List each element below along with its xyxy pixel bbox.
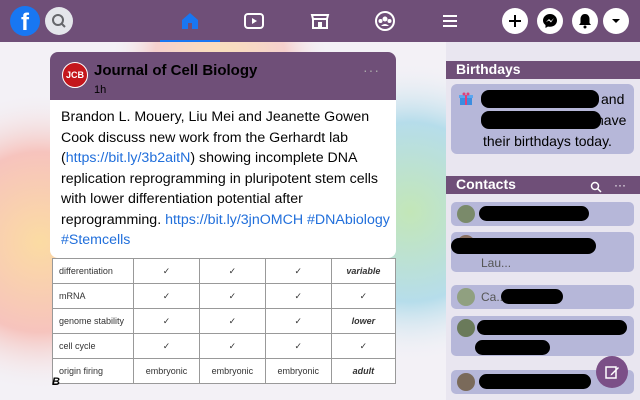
watch-icon xyxy=(244,13,264,29)
post-link[interactable]: https://bit.ly/3jnOMCH xyxy=(165,212,303,228)
post-options-button[interactable]: ··· xyxy=(363,62,380,78)
notifications-icon xyxy=(579,14,591,29)
account-menu-button[interactable] xyxy=(603,8,629,34)
table-cell: ✓ xyxy=(198,283,266,309)
watch-tab[interactable] xyxy=(241,8,267,34)
menu-tab[interactable] xyxy=(437,8,463,34)
table-cell: ✓ xyxy=(264,333,332,359)
table-cell: ✓ xyxy=(264,258,332,284)
post-link[interactable]: https://bit.ly/3b2aitN xyxy=(66,150,191,166)
contact-item[interactable]: Lau... xyxy=(451,232,634,272)
messenger-icon xyxy=(543,14,557,28)
compose-icon xyxy=(605,366,619,379)
birthday-text: have xyxy=(596,112,627,128)
redacted-name xyxy=(481,111,601,129)
table-cell: ✓ xyxy=(330,333,397,359)
table-cell: ✓ xyxy=(330,283,397,309)
table-cell: ✓ xyxy=(133,283,200,309)
birthday-text: their birthdays today. xyxy=(483,133,612,149)
table-cell: adult xyxy=(330,358,397,384)
table-cell: lower xyxy=(330,308,397,334)
table-cell: differentiation xyxy=(51,258,135,284)
birthdays-card[interactable]: and have their birthdays today. xyxy=(451,84,634,154)
redacted-name xyxy=(501,289,563,304)
redacted-name xyxy=(475,340,550,355)
groups-icon xyxy=(375,11,395,31)
post-timestamp[interactable]: 1h xyxy=(94,84,106,96)
table-cell: ✓ xyxy=(133,333,200,359)
hashtag-link[interactable]: #DNAbiology xyxy=(307,212,390,228)
figure-table: differentiation ✓ ✓ ✓ variable mRNA ✓ ✓ … xyxy=(51,258,397,384)
table-cell: ✓ xyxy=(133,258,200,284)
table-cell: embryonic xyxy=(264,358,332,384)
avatar xyxy=(457,288,475,306)
redacted-name xyxy=(481,90,599,108)
contact-item[interactable] xyxy=(451,316,634,356)
home-tab[interactable] xyxy=(177,8,203,34)
redacted-name xyxy=(479,374,591,389)
table-cell: ✓ xyxy=(198,258,266,284)
contacts-title: Contacts xyxy=(456,176,516,192)
post-header: JCB Journal of Cell Biology 1h ··· xyxy=(50,52,396,100)
contact-item[interactable] xyxy=(451,202,634,226)
post-author[interactable]: Journal of Cell Biology xyxy=(94,62,257,79)
contacts-header: Contacts xyxy=(446,176,640,194)
new-message-button[interactable] xyxy=(596,356,628,388)
table-row: differentiation ✓ ✓ ✓ variable xyxy=(51,258,397,284)
avatar xyxy=(457,373,475,391)
page-avatar[interactable]: JCB xyxy=(62,62,88,88)
messenger-button[interactable] xyxy=(537,8,563,34)
create-button[interactable] xyxy=(502,8,528,34)
chevron-down-icon xyxy=(612,19,620,23)
search-contacts-icon[interactable] xyxy=(590,181,602,193)
table-cell: cell cycle xyxy=(51,333,135,359)
birthdays-header: Birthdays xyxy=(446,61,640,79)
table-cell: ✓ xyxy=(264,283,332,309)
contact-item[interactable]: Ca... xyxy=(451,285,634,309)
notifications-button[interactable] xyxy=(572,8,598,34)
create-icon xyxy=(509,15,521,27)
home-icon xyxy=(182,13,198,29)
birthday-text: and xyxy=(601,91,625,107)
top-navigation-bar: f xyxy=(0,0,640,42)
active-tab-indicator xyxy=(160,40,220,42)
table-cell: variable xyxy=(330,258,397,284)
search-icon xyxy=(52,14,66,28)
birthdays-title: Birthdays xyxy=(456,61,521,77)
hashtag-link[interactable]: #Stemcells xyxy=(61,232,130,248)
post-body: Brandon L. Mouery, Liu Mei and Jeanette … xyxy=(61,107,391,251)
feed-post: JCB Journal of Cell Biology 1h ··· Brand… xyxy=(50,52,396,258)
contact-name: Lau... xyxy=(481,256,512,270)
table-cell: embryonic xyxy=(133,358,200,384)
table-cell: ✓ xyxy=(264,308,332,334)
table-cell: mRNA xyxy=(51,283,135,309)
avatar xyxy=(457,205,475,223)
table-row: origin firing embryonic embryonic embryo… xyxy=(51,358,397,384)
table-cell: embryonic xyxy=(198,358,266,384)
contacts-options-button[interactable]: ··· xyxy=(614,178,626,192)
redacted-name xyxy=(479,206,589,221)
table-row: cell cycle ✓ ✓ ✓ ✓ xyxy=(51,333,397,359)
menu-icon xyxy=(443,15,457,27)
groups-tab[interactable] xyxy=(372,8,398,34)
table-row: genome stability ✓ ✓ ✓ lower xyxy=(51,308,397,334)
redacted-name xyxy=(451,238,596,254)
gift-icon xyxy=(459,92,473,105)
facebook-logo[interactable]: f xyxy=(10,6,40,36)
table-cell: ✓ xyxy=(133,308,200,334)
figure-panel-label: B xyxy=(52,376,60,388)
search-button[interactable] xyxy=(45,7,73,35)
avatar xyxy=(457,319,475,337)
redacted-name xyxy=(477,320,627,335)
table-row: mRNA ✓ ✓ ✓ ✓ xyxy=(51,283,397,309)
table-cell: origin firing xyxy=(51,358,135,384)
marketplace-icon xyxy=(310,14,330,29)
table-cell: genome stability xyxy=(51,308,135,334)
marketplace-tab[interactable] xyxy=(307,8,333,34)
table-cell: ✓ xyxy=(198,333,266,359)
table-cell: ✓ xyxy=(198,308,266,334)
